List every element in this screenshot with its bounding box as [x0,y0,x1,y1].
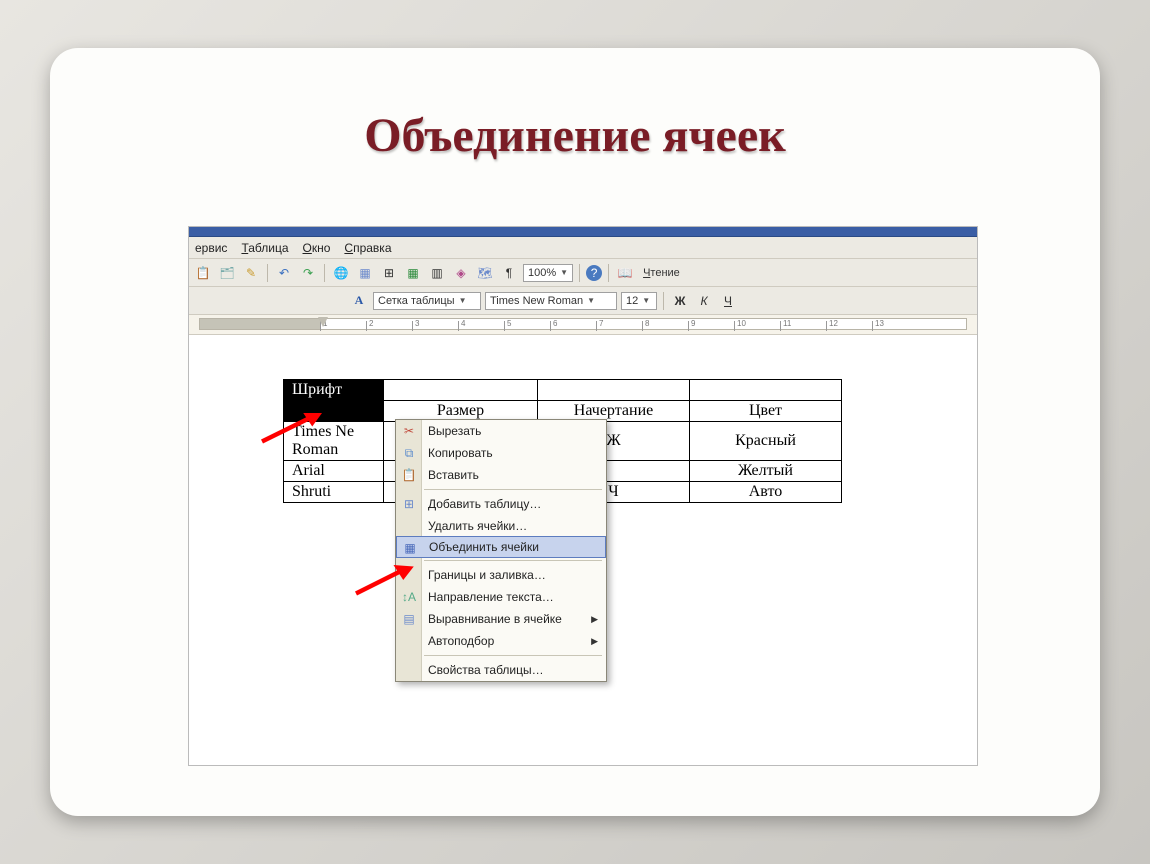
style-value: Сетка таблицы [378,295,455,307]
paste-icon: 📋 [400,466,418,484]
insert-table-icon[interactable]: ⊞ [379,263,399,283]
document-page: Шрифт Размер Начертание Цвет Times NeRom… [189,335,977,765]
columns-icon[interactable]: ▥ [427,263,447,283]
cell[interactable] [538,380,690,401]
separator [663,292,664,310]
cell[interactable] [384,380,538,401]
paste-icon[interactable]: 📋 [193,263,213,283]
font-dropdown[interactable]: Times New Roman ▼ [485,292,617,310]
table-row[interactable]: Шрифт [284,380,842,401]
style-dropdown[interactable]: Сетка таблицы ▼ [373,292,481,310]
ctx-merge-cells[interactable]: ▦ Объединить ячейки [396,536,606,558]
ctx-label: Границы и заливка… [428,568,546,582]
ctx-label: Объединить ячейки [429,540,539,554]
clipboard-icon[interactable]: 🗂 [217,263,237,283]
menu-table[interactable]: ТТаблицааблица [241,241,288,255]
font-value: Times New Roman [490,295,583,307]
separator [267,264,268,282]
standard-toolbar: 📋 🗂 ✎ ↶ ↷ 🌐 ▦ ⊞ ▦ ▥ ◈ 🗺 ¶ 100% ▼ ? 📖 Чте… [189,259,977,287]
red-arrow-annotation [341,565,431,595]
menu-window[interactable]: Окно [303,241,331,255]
horizontal-ruler[interactable] [189,315,977,335]
cell[interactable]: Shruti [284,482,384,503]
chevron-down-icon: ▼ [459,296,467,305]
red-arrow-annotation [247,413,337,443]
zoom-dropdown[interactable]: 100% ▼ [523,264,573,282]
presentation-slide: Объединение ячеек ервис ТТаблицааблица О… [50,48,1100,816]
separator [579,264,580,282]
bold-button[interactable]: Ж [670,291,690,311]
italic-button[interactable]: К [694,291,714,311]
ctx-delete-cells[interactable]: Удалить ячейки… [396,515,606,537]
cell-alignment-icon: ▤ [400,610,418,628]
document-map-icon[interactable]: 🗺 [475,263,495,283]
context-menu-separator [424,560,602,561]
excel-icon[interactable]: ▦ [403,263,423,283]
ctx-insert-table[interactable]: ⊞ Добавить таблицу… [396,493,606,515]
word-screenshot: ервис ТТаблицааблица Окно Справка 📋 🗂 ✎ … [188,226,978,766]
underline-button[interactable]: Ч [718,291,738,311]
ctx-table-properties[interactable]: Свойства таблицы… [396,659,606,681]
ctx-label: Вставить [428,468,479,482]
cell[interactable] [690,380,842,401]
formatting-toolbar: A Сетка таблицы ▼ Times New Roman ▼ 12 ▼… [189,287,977,315]
drawing-icon[interactable]: ◈ [451,263,471,283]
ctx-cell-alignment[interactable]: ▤ Выравнивание в ячейке ▶ [396,608,606,630]
cell[interactable]: Авто [690,482,842,503]
context-menu: ✂ Вырезать ⧉ Копировать 📋 Вставить ⊞ Доб… [395,419,607,682]
ctx-copy[interactable]: ⧉ Копировать [396,442,606,464]
zoom-value: 100% [528,267,556,279]
separator [324,264,325,282]
context-menu-separator [424,655,602,656]
font-size-dropdown[interactable]: 12 ▼ [621,292,657,310]
insert-table-icon: ⊞ [400,495,418,513]
font-size-value: 12 [626,295,638,307]
submenu-arrow-icon: ▶ [591,614,598,625]
menu-bar: ервис ТТаблицааблица Окно Справка [189,237,977,259]
tables-borders-icon[interactable]: ▦ [355,263,375,283]
cell[interactable]: Arial [284,461,384,482]
menu-service[interactable]: ервис [195,241,227,255]
ctx-paste[interactable]: 📋 Вставить [396,464,606,486]
ctx-label: Добавить таблицу… [428,497,541,511]
format-painter-icon[interactable]: ✎ [241,263,261,283]
ruler-ticks [320,321,966,331]
ctx-label: Вырезать [428,424,481,438]
ctx-autofit[interactable]: Автоподбор ▶ [396,630,606,652]
reading-label[interactable]: Чтение [639,267,684,279]
ctx-label: Направление текста… [428,590,554,604]
separator [608,264,609,282]
word-titlebar [189,227,977,237]
ctx-label: Выравнивание в ячейке [428,612,562,626]
styles-icon[interactable]: A [349,291,369,311]
submenu-arrow-icon: ▶ [591,636,598,647]
cell[interactable]: Желтый [690,461,842,482]
ctx-label: Удалить ячейки… [428,519,527,533]
ctx-cut[interactable]: ✂ Вырезать [396,420,606,442]
ctx-label: Автоподбор [428,634,494,648]
context-menu-separator [424,489,602,490]
show-marks-icon[interactable]: ¶ [499,263,519,283]
undo-icon[interactable]: ↶ [274,263,294,283]
redo-icon[interactable]: ↷ [298,263,318,283]
merge-cells-icon: ▦ [401,539,419,557]
hyperlink-icon[interactable]: 🌐 [331,263,351,283]
chevron-down-icon: ▼ [560,268,568,277]
ctx-label: Свойства таблицы… [428,663,544,677]
scissors-icon: ✂ [400,422,418,440]
help-icon[interactable]: ? [586,265,602,281]
ctx-label: Копировать [428,446,493,460]
chevron-down-icon: ▼ [587,296,595,305]
cell[interactable]: Красный [690,422,842,461]
cell[interactable]: Цвет [690,401,842,422]
chevron-down-icon: ▼ [642,296,650,305]
menu-help[interactable]: Справка [344,241,391,255]
reading-mode-icon[interactable]: 📖 [615,263,635,283]
cell-selected[interactable]: Шрифт [284,380,384,401]
slide-title: Объединение ячеек [50,108,1100,163]
copy-icon: ⧉ [400,444,418,462]
